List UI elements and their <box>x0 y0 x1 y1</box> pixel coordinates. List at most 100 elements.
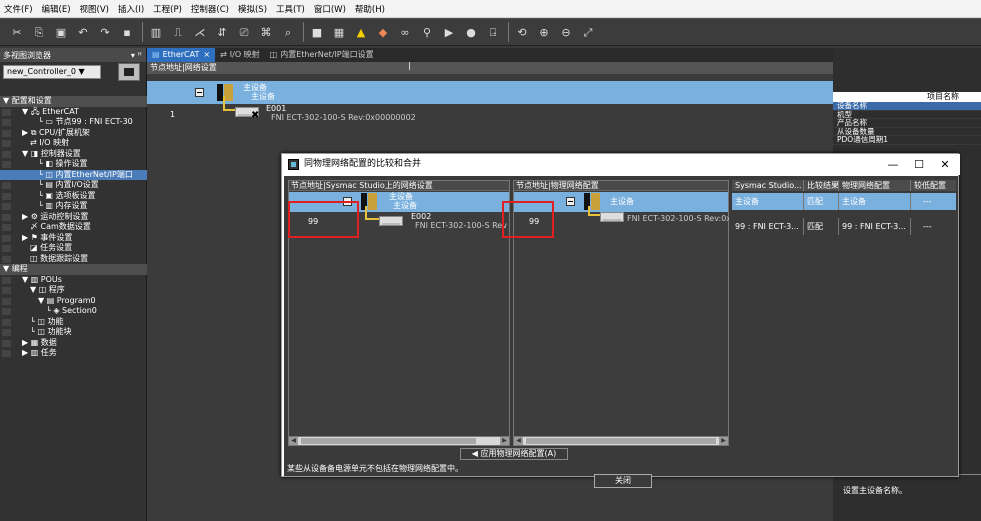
table-cell: 匹配 <box>804 218 839 235</box>
offline-icon[interactable]: ⋌ <box>193 25 207 39</box>
unlink-icon[interactable]: ⚲ <box>420 25 434 39</box>
table-row[interactable]: 99 : FNI ECT-3... 匹配 99 : FNI ECT-3... -… <box>732 218 956 235</box>
io-map-icon: ⇄ <box>220 50 227 59</box>
tree-item[interactable]: └ ▣ 选项板设置 <box>0 191 147 202</box>
property-item[interactable]: PDO通信周期1 <box>833 135 981 145</box>
tree-item[interactable]: └ ◫ 内置EtherNet/IP端口 <box>0 169 147 180</box>
menu-item[interactable]: 帮助(H) <box>355 3 385 15</box>
step-icon[interactable]: ⍈ <box>486 25 500 39</box>
menu-item[interactable]: 工程(P) <box>153 3 182 15</box>
menu-item[interactable]: 编辑(E) <box>42 3 71 15</box>
tree-item[interactable]: ▼ ◨ 控制器设置 <box>0 149 147 160</box>
build-icon[interactable]: ▥ <box>149 25 163 39</box>
scroll-thumb[interactable] <box>301 438 476 444</box>
scroll-right-icon[interactable]: ▶ <box>719 437 728 445</box>
close-window-button[interactable]: ✕ <box>932 154 958 175</box>
menu-item[interactable]: 文件(F) <box>4 3 33 15</box>
master-label: 主设备 <box>243 83 267 92</box>
tree-gutter <box>2 140 11 147</box>
undo-icon[interactable]: ↶ <box>76 25 90 39</box>
property-item[interactable]: 设备名称 <box>833 101 981 111</box>
horizontal-scrollbar[interactable]: ◀ ▶ <box>514 436 728 445</box>
apply-physical-config-button[interactable]: ◀ 应用物理网络配置(A) <box>460 448 568 460</box>
tree-item[interactable]: ▼ ◫ 程序 <box>0 285 147 296</box>
reset-icon[interactable]: ⟲ <box>515 25 529 39</box>
scroll-thumb[interactable] <box>526 438 716 444</box>
copy-icon[interactable]: ⎘ <box>32 25 46 39</box>
tree-item[interactable]: ⇄ I/O 映射 <box>0 138 147 149</box>
tree-item-label: └ ◈ Section0 <box>46 306 97 315</box>
properties-list: 设备名称 机型 产品名称 从设备数量 PDO通信周期1 <box>833 101 981 145</box>
collapse-icon[interactable] <box>195 88 204 97</box>
compare-icon[interactable]: ⎚ <box>237 25 251 39</box>
tree-item[interactable]: └ ◫ 功能块 <box>0 327 147 338</box>
collapse-icon[interactable] <box>566 197 575 206</box>
ethercat-tab-icon: ▤ <box>152 50 160 59</box>
warning-icon[interactable]: ▲ <box>354 25 368 39</box>
tree-item[interactable]: 〆 Cam数据设置 <box>0 222 147 233</box>
zoom-out-icon[interactable]: ⊖ <box>559 25 573 39</box>
tree-item[interactable]: └ ◧ 操作设置 <box>0 159 147 170</box>
master-row[interactable]: 主设备 主设备 <box>147 81 833 104</box>
cut-icon[interactable]: ✂ <box>10 25 24 39</box>
tree-gutter <box>2 329 11 336</box>
tab-ethercat[interactable]: ▤ EtherCAT × <box>147 48 216 62</box>
tab-io-map[interactable]: ⇄ I/O 映射 <box>215 48 265 62</box>
controller-status-button[interactable] <box>118 63 140 81</box>
tree-item[interactable]: └ ◫ 功能 <box>0 317 147 328</box>
monitor-icon[interactable]: ⌘ <box>259 25 273 39</box>
stop-icon[interactable]: ■ <box>310 25 324 39</box>
scroll-right-icon[interactable]: ▶ <box>500 437 509 445</box>
link-icon[interactable]: ∞ <box>398 25 412 39</box>
menu-item[interactable]: 窗口(W) <box>314 3 346 15</box>
menu-item[interactable]: 插入(I) <box>118 3 144 15</box>
save-icon[interactable]: ▪ <box>120 25 134 39</box>
tree-item[interactable]: ▶ ▥ 任务 <box>0 348 147 359</box>
online-icon[interactable]: ⎍ <box>171 25 185 39</box>
pause-icon[interactable]: ● <box>464 25 478 39</box>
slave-row[interactable]: 1 ✖ E001 FNI ECT-302-100-S Rev:0x0000000… <box>147 96 833 126</box>
controller-select[interactable]: new_Controller_0 ▼ <box>3 65 101 79</box>
tree-item[interactable]: └ ▥ 内存设置 <box>0 201 147 212</box>
horizontal-scrollbar[interactable]: ◀ ▶ <box>289 436 509 445</box>
tree-item[interactable]: ▶ ⚑ 事件设置 <box>0 233 147 244</box>
close-button[interactable]: 关闭 <box>594 474 652 488</box>
transfer-icon[interactable]: ⇵ <box>215 25 229 39</box>
zoom-in-icon[interactable]: ⊕ <box>537 25 551 39</box>
menu-item[interactable]: 视图(V) <box>80 3 109 15</box>
maximize-button[interactable]: ☐ <box>906 154 932 175</box>
tree-item[interactable]: ▼ 编程 <box>0 264 147 275</box>
tree-item[interactable]: ▼ ▥ POUs <box>0 275 147 286</box>
connector-line <box>365 206 379 220</box>
tree-item[interactable]: ▼ ▤ Program0 <box>0 296 147 307</box>
tree-item[interactable]: ▼ 配置和设置 <box>0 96 147 107</box>
find-icon[interactable]: ⌕ <box>281 25 295 39</box>
tree-item[interactable]: ▶ ▦ 数据 <box>0 338 147 349</box>
table-row[interactable]: 主设备 匹配 主设备 --- <box>732 193 956 210</box>
menu-item[interactable]: 模拟(S) <box>238 3 267 15</box>
tree-item[interactable]: ◪ 任务设置 <box>0 243 147 254</box>
pin-icon[interactable]: ▾ ꟸ <box>131 51 142 60</box>
tree-item[interactable]: ▶ ⚙ 运动控制设置 <box>0 212 147 223</box>
minimize-button[interactable]: — <box>880 154 906 175</box>
tree-item[interactable]: ◫ 数据跟踪设置 <box>0 254 147 265</box>
tab-close-icon[interactable]: × <box>203 48 210 62</box>
run-icon[interactable]: ▶ <box>442 25 456 39</box>
tree-item[interactable]: └ ▭ 节点99 : FNI ECT-30 <box>0 117 147 128</box>
error-icon[interactable]: ◆ <box>376 25 390 39</box>
tree-item-label: ▶ ⚙ 运动控制设置 <box>22 211 89 221</box>
tree-item[interactable]: └ ◈ Section0 <box>0 306 147 317</box>
menu-item[interactable]: 控制器(C) <box>191 3 229 15</box>
scroll-left-icon[interactable]: ◀ <box>514 437 523 445</box>
redo-icon[interactable]: ↷ <box>98 25 112 39</box>
zoom-fit-icon[interactable]: ⤢ <box>581 25 595 39</box>
paste-icon[interactable]: ▣ <box>54 25 68 39</box>
tab-ethernetip[interactable]: ◫ 内置EtherNet/IP端口设置 <box>265 48 379 62</box>
tree-item[interactable]: ▼ 🖧 EtherCAT <box>0 107 147 118</box>
menu-item[interactable]: 工具(T) <box>276 3 305 15</box>
simulate-icon[interactable]: ▦ <box>332 25 346 39</box>
tree-item[interactable]: ▶ ⧉ CPU/扩展机架 <box>0 128 147 139</box>
tree-item[interactable]: └ ▤ 内置I/O设置 <box>0 180 147 191</box>
scroll-left-icon[interactable]: ◀ <box>289 437 298 445</box>
tree-item-label: ▶ ⧉ CPU/扩展机架 <box>22 127 90 137</box>
